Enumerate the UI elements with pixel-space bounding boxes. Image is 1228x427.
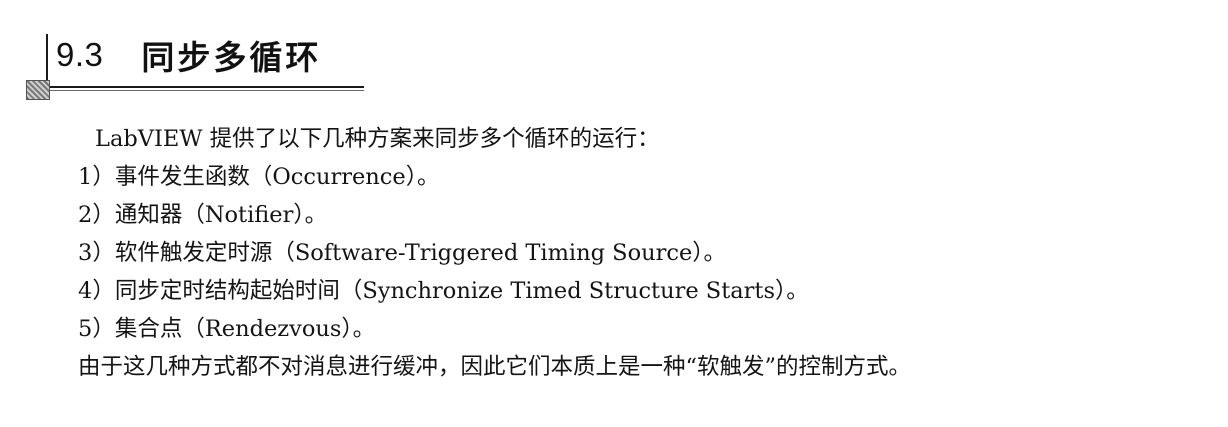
list-item-2: 2）通知器（Notifier）。 — [78, 202, 328, 228]
heading-underline-thin — [46, 90, 364, 91]
section-title: 同步多循环 — [141, 38, 322, 77]
list-item-5: 5）集合点（Rendezvous）。 — [78, 316, 376, 342]
document-page: 9.3 同步多循环 LabVIEW 提供了以下几种方案来同步多个循环的运行： 1… — [0, 0, 1228, 427]
list-item-3: 3）软件触发定时源（Software-Triggered Timing Sour… — [78, 240, 727, 266]
heading-left-bar — [46, 34, 48, 86]
list-item-1: 1）事件发生函数（Occurrence）。 — [78, 164, 440, 190]
heading-underline — [46, 86, 364, 88]
heading-corner-ornament — [26, 80, 50, 100]
list-item-4: 4）同步定时结构起始时间（Synchronize Timed Structure… — [78, 278, 809, 304]
body-paragraph: LabVIEW 提供了以下几种方案来同步多个循环的运行： 1）事件发生函数（Oc… — [78, 120, 1198, 386]
section-number: 9.3 — [56, 36, 104, 73]
section-heading: 9.3 同步多循环 — [26, 28, 364, 100]
intro-line: LabVIEW 提供了以下几种方案来同步多个循环的运行： — [95, 126, 660, 152]
conclusion-line: 由于这几种方式都不对消息进行缓冲，因此它们本质上是一种“软触发”的控制方式。 — [78, 354, 912, 380]
heading-title-row: 9.3 同步多循环 — [56, 30, 321, 80]
